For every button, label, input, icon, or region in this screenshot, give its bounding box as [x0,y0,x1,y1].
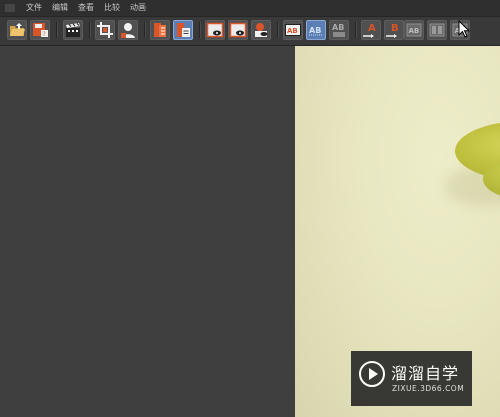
a-to-arrow-icon: A [363,23,376,38]
svg-text:B: B [391,23,399,34]
frame-eye-icon [206,22,224,38]
ab-split-button[interactable]: AB [306,20,326,40]
frame-eye-2-button[interactable] [228,20,248,40]
watermark: 溜溜自学 ZIXUE.3D66.COM [351,351,472,406]
layers-person-button[interactable] [251,20,271,40]
menu-file[interactable]: 文件 [21,0,47,16]
stack-red-button[interactable] [150,20,170,40]
svg-text:AB: AB [287,27,298,35]
ab-compare-icon: AB [285,24,301,36]
menu-compare[interactable]: 比较 [99,0,125,16]
frame-eye-2-icon [229,22,247,38]
menu-bar: 文件 编辑 查看 比较 动画 [0,0,500,17]
layers-person-icon [255,23,268,37]
svg-text:AB: AB [332,23,344,32]
ab-box-icon: AB [406,23,422,37]
stack-red-icon [154,23,166,37]
svg-text:A: A [368,23,376,34]
mouse-cursor-icon [458,20,470,38]
open-button[interactable] [7,20,27,40]
ab-frame-icon [429,23,445,37]
watermark-title: 溜溜自学 [391,364,460,383]
crop-button[interactable] [95,20,115,40]
left-panel [0,46,295,417]
play-logo-icon [359,361,385,387]
svg-text:AB: AB [309,26,321,35]
menu-view[interactable]: 查看 [73,0,99,16]
watermark-subtitle: ZIXUE.3D66.COM [392,384,465,393]
ab-compare-button[interactable]: AB [283,20,303,40]
frame-eye-button[interactable] [205,20,225,40]
crop-icon [97,22,113,38]
person-button[interactable] [118,20,138,40]
toolbar: ? AB AB AB A B AB [0,17,500,46]
menu-animation[interactable]: 动画 [125,0,151,16]
ab-stack-icon: AB [332,23,345,37]
ab-split-icon: AB [309,26,323,36]
open-folder-icon [10,23,25,36]
save-disk-icon: ? [33,23,48,38]
svg-text:?: ? [43,31,46,38]
ab-box-button[interactable]: AB [404,20,424,40]
drag-grip-icon[interactable] [5,4,15,12]
a-to-button[interactable]: A [361,20,381,40]
b-to-arrow-icon: B [386,23,399,38]
menu-edit[interactable]: 编辑 [47,0,73,16]
stack-list-button[interactable] [173,20,193,40]
ab-stack-button[interactable]: AB [329,20,349,40]
b-to-button[interactable]: B [384,20,404,40]
stack-list-icon [177,23,190,37]
person-icon [121,23,135,38]
clapper-button[interactable] [63,20,83,40]
svg-text:AB: AB [409,27,420,35]
clapper-board-icon [66,23,80,37]
ab-frame-button[interactable] [427,20,447,40]
save-button[interactable]: ? [30,20,50,40]
